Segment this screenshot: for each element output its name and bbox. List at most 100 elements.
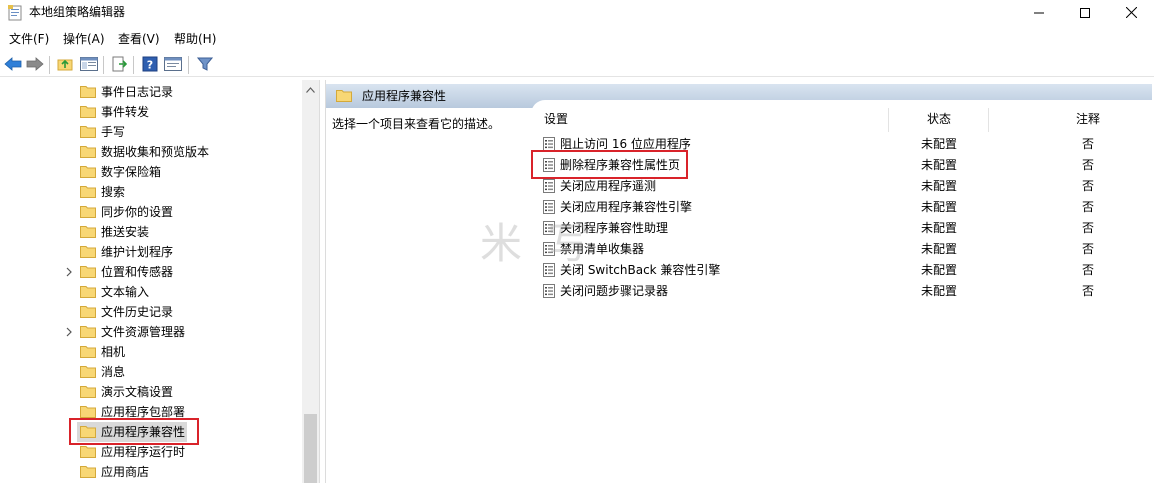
up-folder-icon	[57, 56, 73, 75]
tree-item-label: 同步你的设置	[101, 205, 174, 219]
svg-text:?: ?	[147, 58, 153, 71]
setting-row[interactable]: 关闭应用程序兼容性引擎 未配置否	[531, 197, 1152, 218]
tree-item[interactable]: 应用商店	[0, 462, 302, 482]
show-hide-tree-icon	[80, 56, 98, 75]
watermark: 米 写	[480, 219, 596, 268]
maximize-button[interactable]	[1062, 0, 1108, 27]
maximize-icon	[1080, 7, 1090, 21]
column-header-comment[interactable]: 注释	[1076, 112, 1100, 127]
setting-name: 关闭问题步骤记录器	[560, 284, 669, 298]
chevron-right-icon[interactable]	[64, 266, 74, 278]
tree-item[interactable]: 应用程序运行时	[0, 442, 302, 462]
folder-icon	[80, 105, 96, 118]
tree-highlight-box	[69, 418, 199, 445]
setting-row[interactable]: 关闭 SwitchBack 兼容性引擎 未配置否	[531, 260, 1152, 281]
window-title: 本地组策略编辑器	[29, 5, 126, 19]
tree-item[interactable]: 数字保险箱	[0, 162, 302, 182]
column-header-state[interactable]: 状态	[927, 112, 951, 127]
help-button[interactable]: ?	[140, 55, 160, 75]
show-hide-tree-button[interactable]	[79, 55, 99, 75]
tree-item[interactable]: 维护计划程序	[0, 242, 302, 262]
minimize-button[interactable]	[1016, 0, 1062, 27]
menu-view[interactable]: 查看(V)	[118, 32, 160, 47]
tree-item[interactable]: 数据收集和预览版本	[0, 142, 302, 162]
back-arrow-icon	[4, 56, 22, 74]
column-header-setting[interactable]: 设置	[544, 112, 568, 127]
tree-scrollbar[interactable]	[302, 80, 319, 483]
setting-state: 未配置	[921, 221, 958, 235]
tree-item-label: 文本输入	[101, 285, 150, 299]
toolbar-separator	[49, 56, 50, 74]
export-list-icon	[111, 56, 128, 75]
setting-comment: 否	[1082, 137, 1095, 151]
gpedit-window: 本地组策略编辑器 文件(F) 操作(A) 查看(V) 帮助(H) ? 事件日志记…	[0, 0, 1154, 483]
chevron-right-icon[interactable]	[64, 326, 74, 338]
title-bar[interactable]: 本地组策略编辑器	[0, 0, 1154, 27]
filter-icon	[196, 56, 214, 75]
tree-item[interactable]: 搜索	[0, 182, 302, 202]
setting-comment: 否	[1082, 242, 1095, 256]
setting-row[interactable]: 关闭问题步骤记录器 未配置 否	[531, 281, 1152, 302]
tree-item[interactable]: 相机	[0, 342, 302, 362]
tree-item[interactable]: 事件转发	[0, 102, 302, 122]
tree-item-label: 搜索	[101, 185, 126, 199]
details-pane: 应用程序兼容性 选择一个项目来查看它的描述。 设置 状态 注释 阻止访问 16 …	[325, 80, 1154, 483]
folder-icon	[80, 405, 96, 418]
setting-highlight-box	[531, 150, 688, 179]
minimize-icon	[1034, 7, 1044, 21]
folder-icon	[80, 185, 96, 198]
description-area: 选择一个项目来查看它的描述。	[326, 108, 531, 483]
setting-row[interactable]: 关闭应用程序遥测 未配置 否	[531, 176, 1152, 197]
menu-file[interactable]: 文件(F)	[9, 32, 49, 47]
tree-item[interactable]: 位置和传感器	[0, 262, 302, 282]
tree-item-label: 演示文稿设置	[101, 385, 174, 399]
setting-state: 未配置	[921, 242, 958, 256]
toolbar: ?	[0, 52, 1154, 77]
close-button[interactable]	[1108, 0, 1154, 27]
tree-item[interactable]: 推送安装	[0, 222, 302, 242]
properties-button[interactable]	[163, 55, 183, 75]
setting-state: 未配置	[921, 263, 958, 277]
tree-item-label: 手写	[101, 125, 126, 139]
setting-row[interactable]: 禁用清单收集器 未配置否	[531, 239, 1152, 260]
menu-action[interactable]: 操作(A)	[63, 32, 105, 47]
tree-item[interactable]: 文本输入	[0, 282, 302, 302]
setting-comment: 否	[1082, 200, 1095, 214]
folder-icon	[80, 305, 96, 318]
policy-setting-icon	[543, 137, 555, 151]
forward-button[interactable]	[25, 55, 45, 75]
tree-item-label: 应用程序运行时	[101, 445, 186, 459]
setting-comment: 否	[1082, 263, 1095, 277]
folder-icon	[80, 145, 96, 158]
tree-item-label: 维护计划程序	[101, 245, 174, 259]
tree-item[interactable]: 消息	[0, 362, 302, 382]
folder-icon	[80, 285, 96, 298]
help-icon: ?	[142, 56, 158, 75]
filter-button[interactable]	[195, 55, 215, 75]
menu-help[interactable]: 帮助(H)	[174, 32, 216, 47]
folder-icon	[80, 385, 96, 398]
tree-item[interactable]: 手写	[0, 122, 302, 142]
up-one-level-button[interactable]	[55, 55, 75, 75]
chevron-up-icon	[306, 82, 315, 96]
folder-icon	[80, 265, 96, 278]
column-divider[interactable]	[988, 108, 989, 132]
setting-row[interactable]: 关闭程序兼容性助理 未配置否	[531, 218, 1152, 239]
tree-item[interactable]: 同步你的设置	[0, 202, 302, 222]
setting-comment: 否	[1082, 158, 1095, 172]
tree-item[interactable]: 演示文稿设置	[0, 382, 302, 402]
tree-item[interactable]: 事件日志记录	[0, 82, 302, 102]
tree-item-label: 位置和传感器	[101, 265, 174, 279]
setting-name: 关闭应用程序遥测	[560, 179, 657, 193]
export-list-button[interactable]	[109, 55, 129, 75]
setting-state: 未配置	[921, 137, 958, 151]
column-divider[interactable]	[888, 108, 889, 132]
scroll-up-button[interactable]	[302, 80, 319, 97]
tree-item[interactable]: 文件资源管理器	[0, 322, 302, 342]
pane-header-title: 应用程序兼容性	[362, 89, 447, 103]
toolbar-separator	[103, 56, 104, 74]
back-button[interactable]	[3, 55, 23, 75]
scroll-thumb[interactable]	[304, 414, 317, 483]
menu-bar: 文件(F) 操作(A) 查看(V) 帮助(H)	[0, 28, 1154, 50]
tree-item[interactable]: 文件历史记录	[0, 302, 302, 322]
